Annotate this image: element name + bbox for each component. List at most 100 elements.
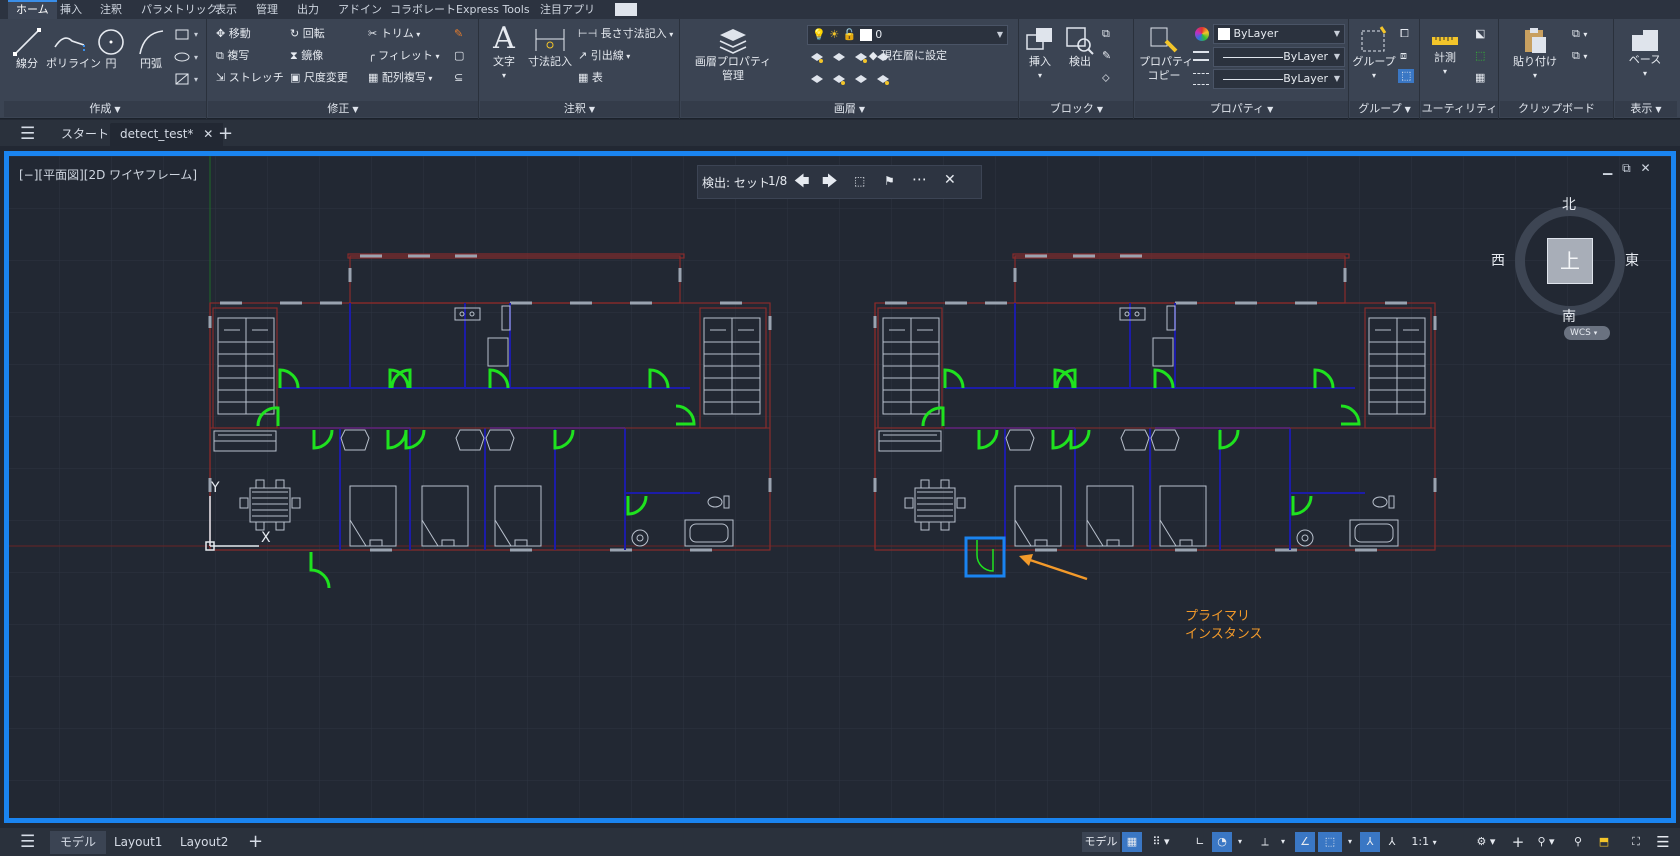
viewport-controls-label[interactable]: [−][平面図][2D ワイヤフレーム]	[19, 166, 197, 183]
panel-create-title[interactable]: 作成 ▼	[4, 101, 206, 117]
object-snap-dropdown-icon[interactable]: ▾	[1344, 832, 1356, 852]
array-button[interactable]: ▦ 配列複写 ▾	[368, 71, 432, 86]
copy-clip-icon[interactable]: ⧉ ▾	[1572, 49, 1587, 64]
tab-current-drawing[interactable]: detect_test* ✕	[110, 123, 224, 146]
tab-model[interactable]: モデル	[50, 831, 107, 854]
ortho-icon[interactable]: ∟	[1190, 832, 1210, 852]
polyline-button[interactable]: ポリライン	[46, 27, 101, 71]
viewcube-top-face[interactable]: 上	[1547, 238, 1593, 284]
panel-properties-title[interactable]: プロパティ ▼	[1135, 101, 1348, 117]
previous-arrow-icon[interactable]: 🡄	[794, 171, 810, 196]
tab-view[interactable]: 表示	[215, 0, 237, 19]
viewport-close-icon[interactable]: ✕	[1640, 161, 1650, 175]
panel-view-title[interactable]: 表示 ▼	[1615, 101, 1677, 117]
new-layout-button[interactable]: +	[248, 831, 263, 854]
tab-addins[interactable]: アドイン	[338, 0, 382, 19]
tab-express-tools[interactable]: Express Tools	[456, 0, 530, 19]
linear-dimension-button[interactable]: ⊢⊣ 長さ寸法記入 ▾	[578, 27, 673, 42]
annotation-visibility-icon[interactable]: ⅄	[1360, 832, 1380, 852]
block-create-icon[interactable]: ⧉	[1102, 27, 1110, 41]
panel-utilities-title[interactable]: ユーティリティ▼	[1421, 101, 1498, 130]
explode-icon[interactable]: ▢	[454, 49, 464, 63]
panel-annotation-title[interactable]: 注釈 ▼	[480, 101, 679, 117]
cut-icon[interactable]: ⧉ ▾	[1572, 27, 1587, 42]
group-edit-icon[interactable]: ⧈	[1400, 49, 1407, 63]
grid-icon[interactable]: ▦	[1122, 832, 1142, 852]
block-attribute-icon[interactable]: ⬦	[1102, 71, 1110, 85]
viewcube[interactable]: 上 北 南 西 東	[1491, 197, 1639, 325]
close-tab-icon[interactable]: ✕	[203, 127, 213, 141]
new-tab-button[interactable]: +	[218, 123, 233, 146]
more-options-icon[interactable]: ⋯	[912, 170, 927, 188]
text-button[interactable]: A 文字 ▾	[488, 23, 520, 83]
set-current-layer-button[interactable]: ◆ 現在層に設定	[869, 49, 947, 63]
drawing-viewport[interactable]: Y X [−][平面図][2D ワイヤフレーム] 検出: セット 1/8 🡄 🡆…	[4, 151, 1676, 823]
rotate-button[interactable]: ↻ 回転	[290, 27, 325, 41]
compass-north[interactable]: 北	[1562, 194, 1576, 214]
snap-icon[interactable]: ⠿ ▾	[1145, 832, 1177, 852]
tab-layout1[interactable]: Layout1	[114, 831, 162, 854]
paste-button[interactable]: 貼り付け ▾	[1510, 25, 1560, 83]
quick-select-icon[interactable]: ⬕	[1475, 27, 1485, 41]
isodraft-icon[interactable]: ⟂	[1255, 832, 1275, 852]
tab-layout2[interactable]: Layout2	[180, 831, 228, 854]
fillet-button[interactable]: ╭ フィレット ▾	[368, 49, 439, 64]
tab-start[interactable]: スタート	[61, 123, 109, 146]
calculator-icon[interactable]: ▦	[1475, 71, 1485, 85]
zoom-to-icon[interactable]: ⬚	[854, 174, 865, 188]
annotation-scale[interactable]: 1:1 ▾	[1408, 832, 1440, 852]
close-navbar-icon[interactable]: ✕	[944, 172, 956, 188]
annotation-monitor-icon[interactable]: +	[1508, 832, 1528, 852]
units-icon[interactable]: ⚲ ▾	[1532, 832, 1560, 852]
wcs-menu[interactable]: WCS ▾	[1564, 326, 1610, 340]
tab-featured-apps[interactable]: 注目アプリ	[540, 0, 595, 19]
ribbon-minimize-button[interactable]	[615, 3, 637, 16]
isolate-objects-icon[interactable]: ⬒	[1592, 832, 1616, 852]
stretch-button[interactable]: ⇲ ストレッチ	[216, 71, 284, 85]
block-edit-icon[interactable]: ✎	[1102, 49, 1111, 63]
tab-parametric[interactable]: パラメトリック	[141, 0, 218, 19]
ungroup-icon[interactable]: ⧠	[1400, 27, 1409, 41]
viewport-restore-icon[interactable]: ⧉	[1622, 161, 1631, 175]
lineweight-dropdown[interactable]: ByLayer ▼	[1213, 69, 1345, 89]
next-arrow-icon[interactable]: 🡆	[822, 171, 838, 196]
viewport-minimize-icon[interactable]: ▁	[1603, 161, 1612, 175]
base-view-button[interactable]: ベース ▾	[1621, 27, 1669, 81]
isodraft-dropdown-icon[interactable]: ▾	[1277, 832, 1289, 852]
line-button[interactable]: 線分	[10, 27, 44, 71]
panel-modify-title[interactable]: 修正 ▼	[208, 101, 478, 117]
linetype-dropdown[interactable]: ByLayer ▼	[1213, 47, 1345, 67]
workspace-gear-icon[interactable]: ⚙ ▾	[1470, 832, 1502, 852]
file-menu-icon[interactable]: ☰	[20, 123, 35, 146]
trim-button[interactable]: ✂ トリム ▾	[368, 27, 420, 42]
copy-button[interactable]: ⧉ 複写	[216, 49, 249, 63]
layer-properties-button[interactable]: 画層プロパティ 管理	[693, 25, 773, 83]
object-snap-tracking-icon[interactable]: ∠	[1295, 832, 1315, 852]
flag-icon[interactable]: ⚑	[884, 174, 895, 188]
arc-button[interactable]: 円弧	[134, 27, 168, 71]
tab-output[interactable]: 出力	[297, 0, 319, 19]
compass-east[interactable]: 東	[1625, 250, 1639, 270]
model-space-button[interactable]: モデル	[1082, 832, 1120, 852]
measure-button[interactable]: 計測 ▾	[1423, 31, 1467, 79]
clean-screen-icon[interactable]: ⛶	[1626, 832, 1646, 852]
match-properties-button[interactable]: プロパティ コピー	[1139, 25, 1193, 83]
tab-insert[interactable]: 挿入	[60, 0, 82, 19]
compass-west[interactable]: 西	[1491, 250, 1505, 270]
create-small-icons[interactable]: ▾ ▾ ▾	[174, 27, 204, 89]
detect-button[interactable]: 検出	[1062, 25, 1098, 69]
panel-block-title[interactable]: ブロック ▼	[1020, 101, 1133, 117]
tab-annotate[interactable]: 注釈	[100, 0, 122, 19]
panel-layers-title[interactable]: 画層 ▼	[681, 101, 1018, 117]
tab-collaborate[interactable]: コラボレート	[390, 0, 456, 19]
group-button[interactable]: グループ ▾	[1352, 25, 1396, 83]
object-snap-icon[interactable]: ⬚	[1318, 832, 1342, 852]
layout-menu-icon[interactable]: ☰	[20, 831, 35, 854]
offset-icon[interactable]: ⊆	[454, 71, 463, 85]
tab-home[interactable]: ホーム	[8, 0, 57, 19]
tab-manage[interactable]: 管理	[256, 0, 278, 19]
circle-button[interactable]: 円	[94, 27, 128, 71]
floor-plan-drawing[interactable]	[9, 156, 1671, 818]
insert-block-button[interactable]: 挿入 ▾	[1022, 25, 1058, 83]
dimension-button[interactable]: 寸法記入	[528, 25, 572, 69]
